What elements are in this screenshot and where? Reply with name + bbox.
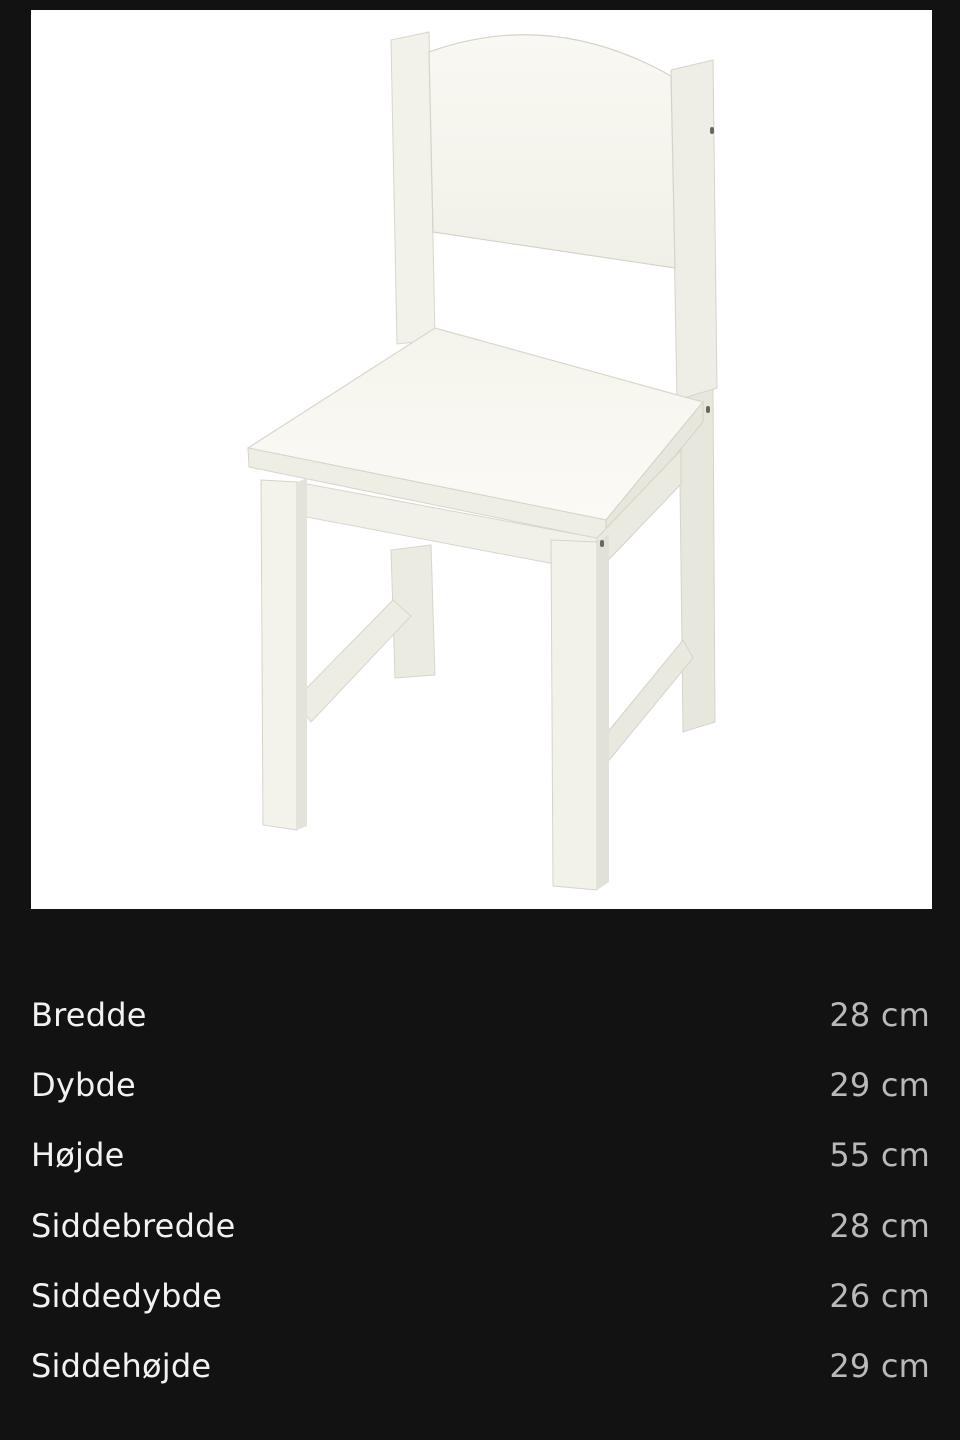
chair-illustration <box>246 31 718 891</box>
spec-row-dybde: Dybde 29 cm <box>31 1050 930 1120</box>
dimensions-list: Bredde 28 cm Dybde 29 cm Højde 55 cm Sid… <box>31 980 930 1401</box>
spec-label: Højde <box>31 1136 125 1175</box>
spec-value: 55 cm <box>829 1136 930 1175</box>
spec-value: 28 cm <box>829 996 930 1035</box>
spec-label: Siddedybde <box>31 1276 223 1315</box>
spec-row-siddedybde: Siddedybde 26 cm <box>31 1261 930 1331</box>
spec-value: 28 cm <box>829 1206 930 1245</box>
spec-label: Dybde <box>31 1066 136 1105</box>
spec-row-siddehojde: Siddehøjde 29 cm <box>31 1331 930 1401</box>
product-image[interactable] <box>31 10 932 909</box>
spec-label: Siddehøjde <box>31 1347 212 1386</box>
spec-label: Bredde <box>31 996 147 1035</box>
spec-row-hojde: Højde 55 cm <box>31 1120 930 1190</box>
spec-label: Siddebredde <box>31 1206 236 1245</box>
product-dimensions-screen: Bredde 28 cm Dybde 29 cm Højde 55 cm Sid… <box>0 0 960 1440</box>
spec-value: 29 cm <box>829 1066 930 1105</box>
spec-row-bredde: Bredde 28 cm <box>31 980 930 1050</box>
spec-row-siddebredde: Siddebredde 28 cm <box>31 1191 930 1261</box>
spec-value: 26 cm <box>829 1276 930 1315</box>
spec-value: 29 cm <box>829 1347 930 1386</box>
